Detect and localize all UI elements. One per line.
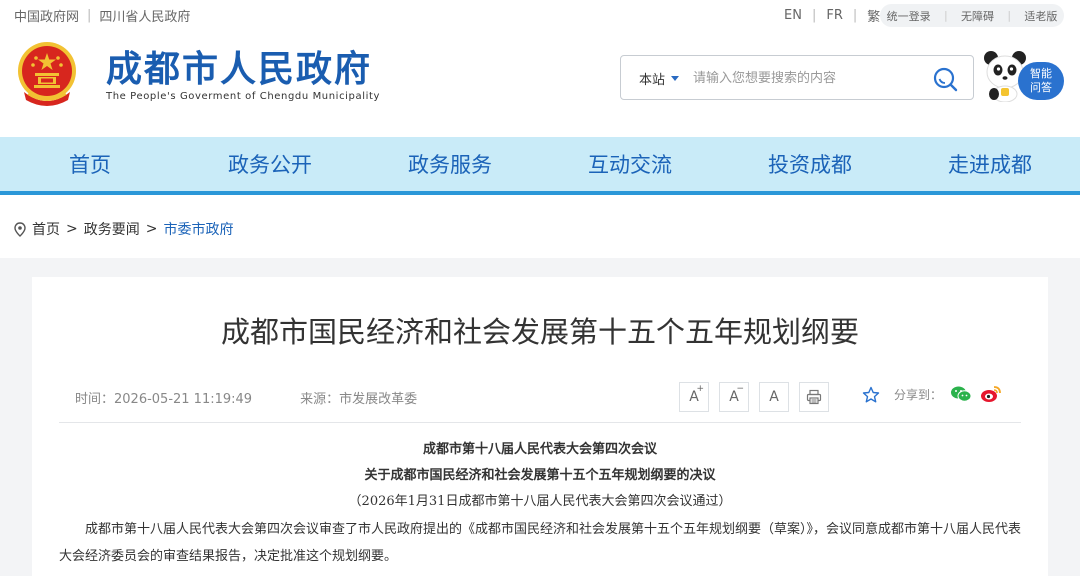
breadcrumb-gov-news[interactable]: 政务要闻: [84, 219, 140, 239]
nav-gov-services[interactable]: 政务服务: [360, 137, 540, 191]
print-button[interactable]: [799, 382, 829, 412]
article-card: 成都市国民经济和社会发展第十五个五年规划纲要 时间：2026-05-21 11:…: [32, 277, 1048, 576]
page: { "topbar": { "link1": "中国政府网", "link2":…: [0, 0, 1080, 576]
smart-qa-line1: 智能: [1030, 67, 1052, 80]
nav-explore-chengdu[interactable]: 走进成都: [900, 137, 1080, 191]
separator: |: [943, 9, 948, 22]
printer-icon: [806, 389, 822, 405]
nav-home[interactable]: 首页: [0, 137, 180, 191]
font-increase-button[interactable]: A +: [679, 382, 709, 412]
link-sichuan-gov[interactable]: 四川省人民政府: [99, 6, 190, 25]
nav-interaction[interactable]: 互动交流: [540, 137, 720, 191]
top-utility-bar: 中国政府网 | 四川省人民政府 EN | FR | 繁 统一登录 | 无障碍 |…: [0, 0, 1080, 30]
font-reset-label: A: [769, 389, 779, 405]
breadcrumb: 首页 > 政务要闻 > 市委市政府: [14, 219, 233, 239]
article-title: 成都市国民经济和社会发展第十五个五年规划纲要: [220, 315, 859, 349]
nav-invest-chengdu[interactable]: 投资成都: [720, 137, 900, 191]
breadcrumb-separator: >: [145, 221, 158, 237]
nav-gov-affairs-open[interactable]: 政务公开: [180, 137, 360, 191]
article-body: 成都市第十八届人民代表大会第四次会议 关于成都市国民经济和社会发展第十五个五年规…: [59, 437, 1021, 570]
wechat-icon[interactable]: [950, 385, 972, 403]
font-reset-button[interactable]: A: [759, 382, 789, 412]
resolution-adoption-note: （2026年1月31日成都市第十八届人民代表大会第四次会议通过）: [348, 494, 732, 509]
smart-qa-button[interactable]: 智能 问答: [1018, 62, 1064, 100]
lang-en-link[interactable]: EN: [784, 8, 802, 23]
resolution-heading-1: 成都市第十八届人民代表大会第四次会议: [422, 442, 657, 457]
share-bar: 分享到：: [862, 385, 1002, 403]
breadcrumb-current[interactable]: 市委市政府: [163, 219, 233, 239]
location-pin-icon: [14, 221, 26, 237]
resolution-paragraph: 成都市第十八届人民代表大会第四次会议审查了市人民政府提出的《成都市国民经济和社会…: [59, 522, 1022, 564]
language-switcher: EN | FR | 繁: [784, 6, 880, 25]
breadcrumb-separator: >: [66, 221, 78, 237]
caret-down-icon: [671, 76, 680, 81]
search-box: 本站: [620, 55, 974, 100]
resolution-heading-2: 关于成都市国民经济和社会发展第十五个五年规划纲要的决议: [364, 468, 716, 483]
article-meta: 时间：2026-05-21 11:19:49 来源：市发展改革委: [75, 388, 417, 407]
search-scope-label: 本站: [639, 73, 666, 88]
separator: |: [1007, 9, 1012, 22]
elder-mode-link[interactable]: 适老版: [1024, 8, 1057, 24]
accessibility-link[interactable]: 无障碍: [961, 8, 994, 24]
article-tools: A + A − A: [679, 382, 829, 412]
article-source: 来源：市发展改革委: [300, 392, 418, 407]
divider: [59, 422, 1021, 423]
share-label: 分享到：: [894, 387, 943, 402]
lang-fr-link[interactable]: FR: [826, 8, 843, 23]
content-area: 成都市国民经济和社会发展第十五个五年规划纲要 时间：2026-05-21 11:…: [0, 258, 1080, 576]
lang-traditional-link[interactable]: 繁: [867, 6, 880, 25]
star-favorite-icon[interactable]: [862, 386, 880, 403]
site-title[interactable]: 成都市人民政府: [106, 40, 372, 92]
search-input[interactable]: [693, 67, 923, 89]
site-subtitle: The People's Goverment of Chengdu Munici…: [106, 91, 381, 102]
external-links: 中国政府网 | 四川省人民政府: [14, 6, 190, 25]
national-emblem-icon: [18, 42, 76, 106]
publish-time: 时间：2026-05-21 11:19:49: [75, 392, 253, 407]
search-scope-select[interactable]: 本站: [639, 69, 680, 88]
smart-qa-line2: 问答: [1030, 81, 1052, 94]
separator: |: [852, 8, 858, 23]
weibo-icon[interactable]: [980, 385, 1002, 403]
main-nav: 首页 政务公开 政务服务 互动交流 投资成都 走进成都: [0, 137, 1080, 195]
link-china-gov[interactable]: 中国政府网: [14, 6, 79, 25]
search-icon[interactable]: [931, 65, 959, 93]
font-decrease-button[interactable]: A −: [719, 382, 749, 412]
separator: |: [811, 8, 817, 23]
login-link[interactable]: 统一登录: [887, 8, 931, 24]
account-pill: 统一登录 | 无障碍 | 适老版: [880, 4, 1064, 27]
breadcrumb-home[interactable]: 首页: [32, 219, 60, 239]
separator: |: [87, 8, 92, 23]
